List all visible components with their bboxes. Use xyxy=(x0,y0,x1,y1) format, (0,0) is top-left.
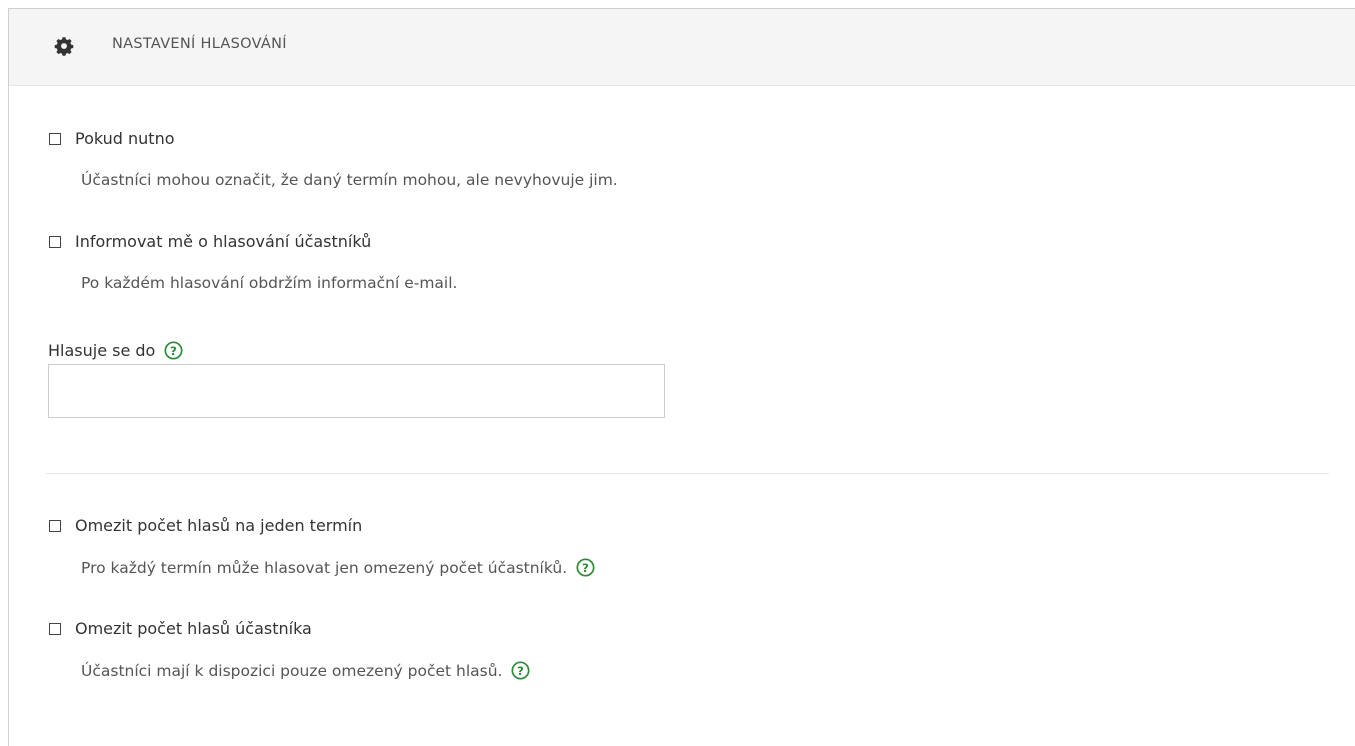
svg-text:?: ? xyxy=(170,344,177,358)
limit-per-slot-checkbox[interactable] xyxy=(49,520,61,532)
limit-per-slot-description: Pro každý termín může hlasovat jen omeze… xyxy=(81,559,568,577)
section-divider xyxy=(46,473,1329,474)
voting-settings-panel: NASTAVENÍ HLASOVÁNÍ Pokud nutno Účastníc… xyxy=(8,8,1355,746)
if-needed-description: Účastníci mohou označit, že daný termín … xyxy=(81,171,618,189)
panel-header: NASTAVENÍ HLASOVÁNÍ xyxy=(9,9,1355,86)
limit-per-participant-checkbox[interactable] xyxy=(49,623,61,635)
limit-per-participant-label[interactable]: Omezit počet hlasů účastníka xyxy=(75,619,312,638)
deadline-label: Hlasuje se do xyxy=(48,341,156,360)
help-icon[interactable]: ? xyxy=(576,558,595,577)
notify-checkbox[interactable] xyxy=(49,236,61,248)
gear-icon xyxy=(54,37,74,56)
if-needed-checkbox[interactable] xyxy=(49,133,61,145)
notify-label[interactable]: Informovat mě o hlasování účastníků xyxy=(75,232,371,251)
notify-description: Po každém hlasování obdržím informační e… xyxy=(81,274,458,292)
if-needed-label[interactable]: Pokud nutno xyxy=(75,129,175,148)
limit-per-participant-description-row: Účastníci mají k dispozici pouze omezený… xyxy=(81,661,530,680)
svg-text:?: ? xyxy=(582,561,589,575)
limit-per-participant-description: Účastníci mají k dispozici pouze omezený… xyxy=(81,662,503,680)
panel-title: NASTAVENÍ HLASOVÁNÍ xyxy=(112,36,287,52)
limit-per-slot-description-row: Pro každý termín může hlasovat jen omeze… xyxy=(81,558,595,577)
svg-text:?: ? xyxy=(517,664,524,678)
limit-per-slot-label[interactable]: Omezit počet hlasů na jeden termín xyxy=(75,516,362,535)
help-icon[interactable]: ? xyxy=(511,661,530,680)
deadline-input[interactable] xyxy=(48,364,665,418)
deadline-label-row: Hlasuje se do ? xyxy=(48,341,183,360)
help-icon[interactable]: ? xyxy=(164,341,183,360)
